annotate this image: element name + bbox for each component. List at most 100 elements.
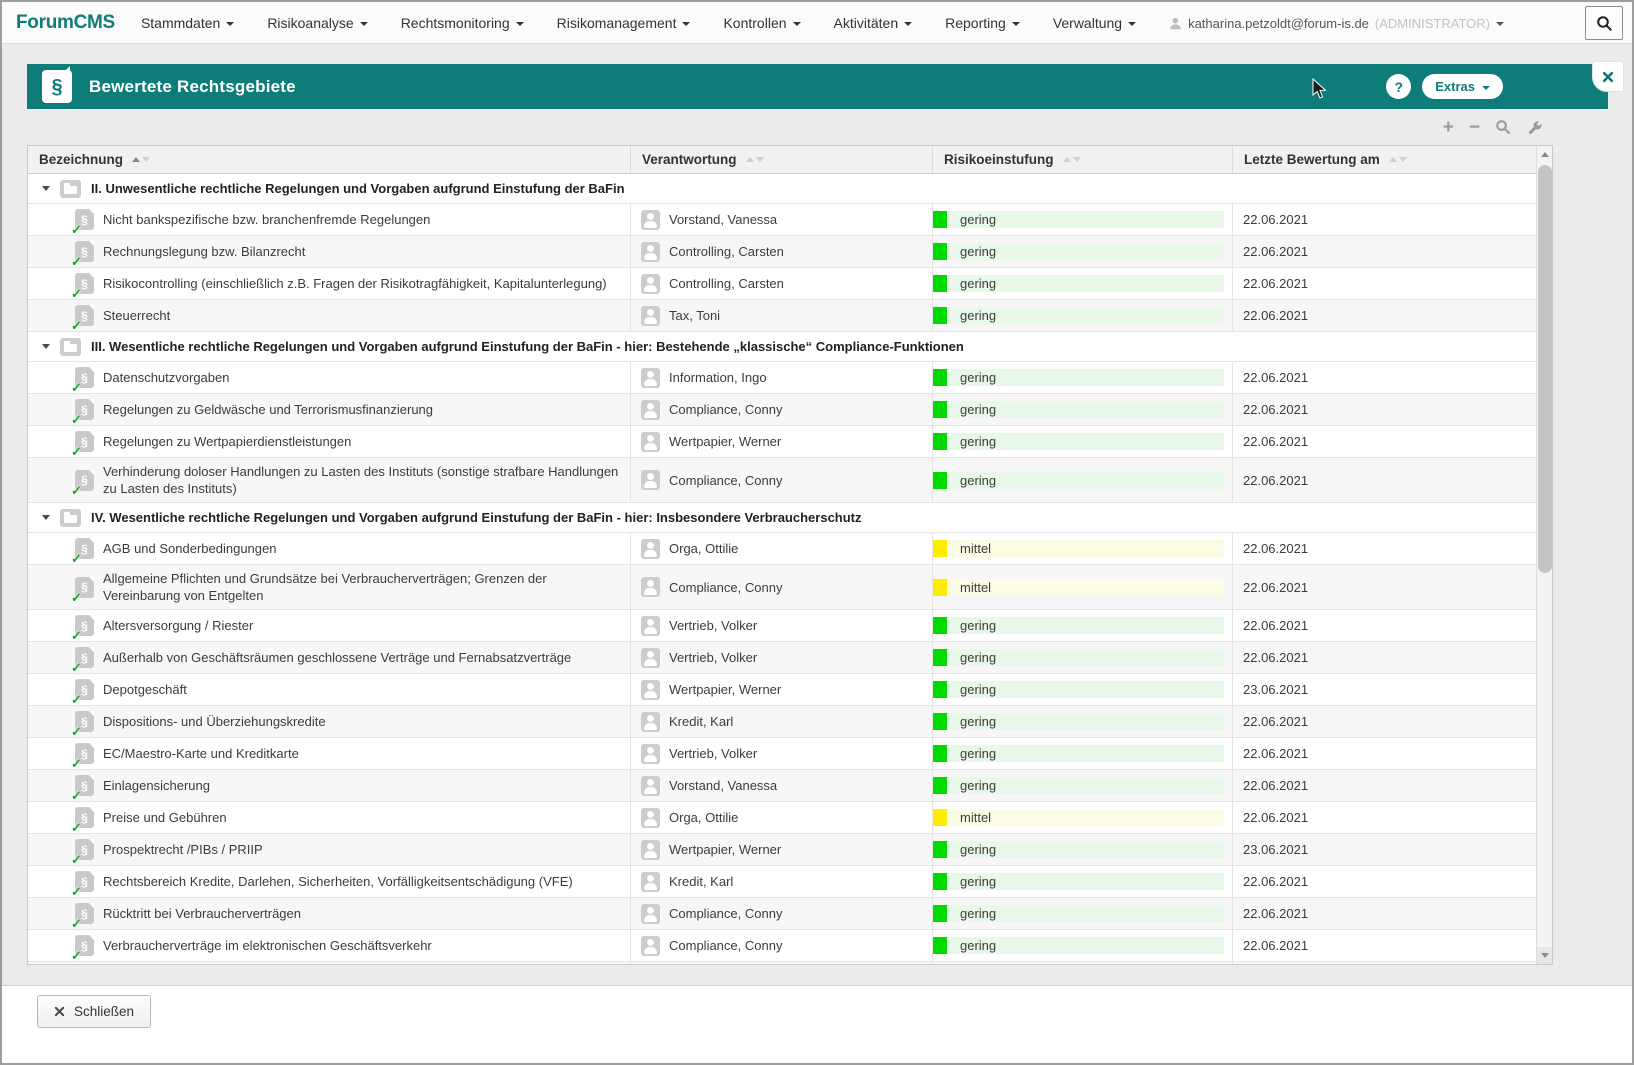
person-icon (641, 936, 660, 956)
extras-button[interactable]: Extras (1422, 74, 1503, 99)
rechtsgebiet-name-cell: §Steuerrecht (28, 300, 631, 331)
group-row[interactable]: II. Unwesentliche rechtliche Regelungen … (28, 174, 1536, 204)
rechtsgebiet-name-cell: §Dispositions- und Überziehungskredite (28, 706, 631, 737)
close-panel-button[interactable] (1592, 61, 1624, 92)
table-row[interactable]: §Altersversorgung / RiesterVertrieb, Vol… (28, 610, 1536, 642)
verantwortung-cell: Controlling, Carsten (631, 236, 933, 267)
table-row[interactable]: §Außerhalb von Geschäftsräumen geschloss… (28, 642, 1536, 674)
table-row[interactable]: §Rechtsbereich Kredite, Darlehen, Sicher… (28, 866, 1536, 898)
column-header-bezeichnung[interactable]: Bezeichnung (28, 146, 631, 173)
scrollbar-thumb[interactable] (1538, 165, 1552, 573)
person-icon (641, 210, 660, 230)
table-row[interactable]: §DatenschutzvorgabenInformation, Ingoger… (28, 362, 1536, 394)
collapse-caret-icon[interactable] (42, 186, 50, 191)
risk-color-bar (933, 873, 947, 890)
letzte-bewertung-cell: 22.06.2021 (1233, 300, 1536, 331)
table-row[interactable]: §Regelungen zu Geldwäsche und Terrorismu… (28, 394, 1536, 426)
user-role: (ADMINISTRATOR) (1375, 16, 1490, 31)
table-row[interactable]: §Rechnungslegung bzw. BilanzrechtControl… (28, 236, 1536, 268)
collapse-caret-icon[interactable] (42, 344, 50, 349)
menu-item-kontrollen[interactable]: Kontrollen (723, 15, 800, 31)
menu-item-reporting[interactable]: Reporting (945, 15, 1020, 31)
menu-item-verwaltung[interactable]: Verwaltung (1053, 15, 1136, 31)
column-header-letzte-bewertung-am[interactable]: Letzte Bewertung am (1233, 146, 1536, 173)
table-row[interactable]: §DepotgeschäftWertpapier, Wernergering23… (28, 674, 1536, 706)
risk-label: gering (947, 401, 996, 418)
table-row[interactable]: §AGB und SonderbedingungenOrga, Ottiliem… (28, 533, 1536, 565)
menu-item-risikoanalyse[interactable]: Risikoanalyse (267, 15, 367, 31)
person-icon (641, 872, 660, 892)
paragraph-check-icon: § (75, 615, 94, 636)
table-row[interactable]: §Regelungen zu Wertpapierdienstleistunge… (28, 426, 1536, 458)
help-button[interactable]: ? (1386, 74, 1411, 99)
letzte-bewertung-cell: 22.06.2021 (1233, 268, 1536, 299)
column-header-risikoeinstufung[interactable]: Risikoeinstufung (933, 146, 1233, 173)
table-row[interactable]: §Nicht bankspezifische bzw. branchenfrem… (28, 204, 1536, 236)
group-row[interactable]: III. Wesentliche rechtliche Regelungen u… (28, 332, 1536, 362)
scroll-up-icon[interactable] (1537, 146, 1553, 163)
paragraph-check-icon: § (75, 577, 94, 598)
wrench-icon[interactable] (1526, 119, 1542, 135)
menu-item-risikomanagement[interactable]: Risikomanagement (557, 15, 691, 31)
table-row[interactable]: §Prospektrecht /PIBs / PRIIPWertpapier, … (28, 834, 1536, 866)
letzte-bewertung-cell: 23.06.2021 (1233, 674, 1536, 705)
rechtsgebiet-name-cell: §Allgemeine Pflichten und Grundsätze bei… (28, 565, 631, 609)
chevron-down-icon (226, 22, 234, 26)
person-icon (641, 840, 660, 860)
paragraph-check-icon: § (75, 839, 94, 860)
risk-label: gering (947, 777, 996, 794)
risk-color-bar (933, 540, 947, 557)
paragraph-check-icon: § (75, 647, 94, 668)
person-icon (641, 808, 660, 828)
risikoeinstufung-cell: gering (933, 642, 1233, 673)
table-row[interactable]: §EC/Maestro-Karte und KreditkarteVertrie… (28, 738, 1536, 770)
menu-item-stammdaten[interactable]: Stammdaten (141, 15, 234, 31)
risikoeinstufung-cell: gering (933, 236, 1233, 267)
letzte-bewertung-cell: 22.06.2021 (1233, 738, 1536, 769)
table-row[interactable]: §Werbung und WettbewerbsrechtMarketing, … (28, 962, 1536, 965)
table-row[interactable]: §EinlagensicherungVorstand, Vanessagerin… (28, 770, 1536, 802)
panel-title: Bewertete Rechtsgebiete (89, 77, 296, 97)
scroll-down-icon[interactable] (1537, 947, 1553, 964)
group-row[interactable]: IV. Wesentliche rechtliche Regelungen un… (28, 503, 1536, 533)
collapse-caret-icon[interactable] (42, 515, 50, 520)
app-logo[interactable]: ForumCMS (16, 12, 115, 34)
column-header-verantwortung[interactable]: Verantwortung (631, 146, 933, 173)
table-row[interactable]: §Dispositions- und ÜberziehungskrediteKr… (28, 706, 1536, 738)
vertical-scrollbar[interactable] (1536, 146, 1553, 964)
close-button[interactable]: Schließen (37, 995, 151, 1028)
global-search-button[interactable] (1585, 6, 1623, 40)
risikoeinstufung-cell: gering (933, 962, 1233, 965)
risk-color-bar (933, 841, 947, 858)
search-icon (1596, 15, 1613, 32)
risikoeinstufung-cell: gering (933, 268, 1233, 299)
table-row[interactable]: §SteuerrechtTax, Tonigering22.06.2021 (28, 300, 1536, 332)
risk-label: gering (947, 243, 996, 260)
risk-color-bar (933, 681, 947, 698)
letzte-bewertung-cell: 22.06.2021 (1233, 204, 1536, 235)
chevron-down-icon (904, 22, 912, 26)
table-row[interactable]: §Verhinderung doloser Handlungen zu Last… (28, 458, 1536, 503)
chevron-down-icon (516, 22, 524, 26)
sort-icons (1063, 157, 1081, 162)
verantwortung-cell: Vertrieb, Volker (631, 738, 933, 769)
verantwortung-cell: Orga, Ottilie (631, 802, 933, 833)
table-row[interactable]: §Rücktritt bei VerbraucherverträgenCompl… (28, 898, 1536, 930)
user-menu[interactable]: katharina.petzoldt@forum-is.de (ADMINIST… (1169, 2, 1504, 44)
risk-color-bar (933, 401, 947, 418)
paragraph-check-icon: § (75, 935, 94, 956)
minus-icon[interactable]: − (1469, 118, 1480, 137)
paragraph-check-icon: § (75, 399, 94, 420)
menu-item-rechtsmonitoring[interactable]: Rechtsmonitoring (401, 15, 524, 31)
table-row[interactable]: §Verbraucherverträge im elektronischen G… (28, 930, 1536, 962)
paragraph-check-icon: § (75, 470, 94, 491)
table-row[interactable]: §Preise und GebührenOrga, Ottiliemittel2… (28, 802, 1536, 834)
menu-item-aktivitten[interactable]: Aktivitäten (834, 15, 913, 31)
paragraph-check-icon: § (75, 273, 94, 294)
rechtsgebiet-name-cell: §Regelungen zu Geldwäsche und Terrorismu… (28, 394, 631, 425)
search-icon[interactable] (1495, 119, 1511, 135)
table-row[interactable]: §Allgemeine Pflichten und Grundsätze bei… (28, 565, 1536, 610)
add-icon[interactable]: + (1443, 118, 1454, 137)
table-row[interactable]: §Risikocontrolling (einschließlich z.B. … (28, 268, 1536, 300)
rechtsgebiet-name-cell: §Rechnungslegung bzw. Bilanzrecht (28, 236, 631, 267)
